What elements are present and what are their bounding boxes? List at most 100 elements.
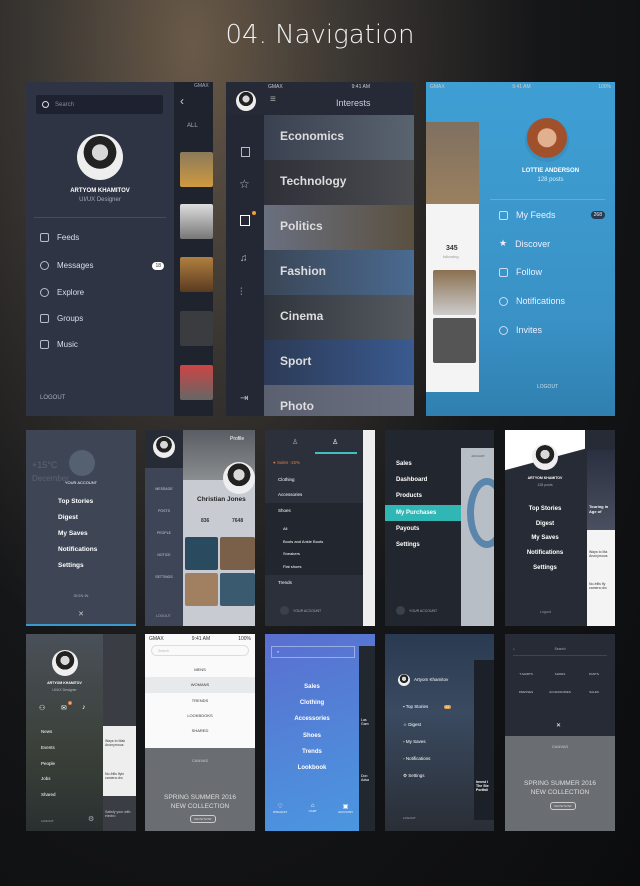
menu-item[interactable]: My Saves xyxy=(58,526,97,542)
search-input[interactable]: Search xyxy=(151,645,249,656)
tab-all[interactable]: ALL xyxy=(187,123,198,129)
menu-item[interactable]: ◦ Notifications xyxy=(403,750,451,767)
category[interactable]: SHOES xyxy=(543,672,577,676)
account-avatar[interactable] xyxy=(69,450,95,476)
category-technology[interactable]: Technology xyxy=(264,160,414,205)
submenu-item[interactable]: Sneakers xyxy=(283,548,323,561)
menu-item[interactable]: Accessories xyxy=(265,711,359,727)
category[interactable]: DRESSES xyxy=(509,690,543,694)
logout-link[interactable]: Logout xyxy=(540,610,551,614)
groups-icon[interactable]: ⚇ xyxy=(39,704,45,712)
user-icon-active[interactable]: ♙ xyxy=(332,438,338,446)
menu-item-trends[interactable]: Trends xyxy=(278,580,292,585)
menu-item[interactable]: LOOKBOOKS xyxy=(145,708,255,723)
category[interactable]: ACCESSORIES xyxy=(543,690,577,694)
user-icon[interactable]: ♙ xyxy=(292,438,298,446)
menu-item[interactable]: ▪ Top Stories 24 xyxy=(403,698,451,716)
cart-button[interactable]: ⌂ CART xyxy=(309,803,317,814)
search-input[interactable]: ⌕ Search xyxy=(513,647,607,656)
menu-item-sales[interactable]: ● Sales -15% xyxy=(273,460,300,465)
menu-item[interactable]: Clothing xyxy=(265,695,359,711)
menu-item[interactable]: Shared xyxy=(41,787,56,803)
wishlist-button[interactable]: ♡ WISHLIST xyxy=(273,803,287,814)
nav-notice[interactable]: NOTICE xyxy=(145,544,183,566)
menu-item[interactable]: Payouts xyxy=(385,521,461,537)
logout-link[interactable]: LOGOUT xyxy=(537,384,558,390)
submenu-item[interactable]: Flat shoes xyxy=(283,561,323,574)
bell-icon[interactable]: ♪ xyxy=(82,704,86,711)
menu-item[interactable]: Products xyxy=(385,488,461,504)
logout-link[interactable]: LOGOUT xyxy=(40,395,65,401)
search-input[interactable]: Search xyxy=(36,95,163,114)
menu-item[interactable]: Clothing xyxy=(278,477,295,482)
account-link[interactable]: YOUR ACCOUNT xyxy=(396,606,437,615)
logout-link[interactable]: LOGOUT xyxy=(41,819,54,823)
menu-item[interactable]: Settings xyxy=(385,537,461,553)
logout-link[interactable]: LOGOUT xyxy=(403,816,416,820)
nav-settings[interactable]: SETTINGS xyxy=(145,566,183,588)
nav-people[interactable]: PEOPLE xyxy=(145,522,183,544)
menu-item[interactable]: News xyxy=(41,724,56,740)
bookmark-icon[interactable] xyxy=(240,215,250,226)
menu-item-invites[interactable]: Invites xyxy=(499,325,542,335)
menu-item-my-feeds[interactable]: My Feeds 268 xyxy=(499,210,605,220)
menu-item-follow[interactable]: Follow xyxy=(499,267,542,277)
category-economics[interactable]: Economics xyxy=(264,115,414,160)
menu-item[interactable]: Accessories xyxy=(278,492,302,497)
menu-item[interactable]: My Saves xyxy=(505,531,585,546)
shop-now-button[interactable]: SHOW NOW xyxy=(550,802,576,810)
menu-item[interactable]: Sales xyxy=(385,456,461,472)
menu-item[interactable]: Digest xyxy=(58,510,97,526)
nav-posts[interactable]: POSTS xyxy=(145,500,183,522)
category[interactable]: T-SHIRTS xyxy=(509,672,543,676)
menu-item[interactable]: ☆ Digest xyxy=(403,716,451,733)
menu-item[interactable]: ⚙ Settings xyxy=(403,767,451,784)
menu-item[interactable]: Digest xyxy=(505,517,585,532)
submenu-item[interactable]: All xyxy=(283,523,323,536)
menu-item[interactable]: Lookbook xyxy=(265,760,359,776)
sliders-icon[interactable]: ⫶ xyxy=(240,287,243,298)
menu-item[interactable]: Top Stories xyxy=(58,494,97,510)
shop-now-button[interactable]: SHOW NOW xyxy=(190,815,216,823)
star-icon[interactable]: ☆ xyxy=(239,177,250,191)
category-cinema[interactable]: Cinema xyxy=(264,295,414,340)
category-politics[interactable]: Politics xyxy=(264,205,414,250)
menu-item[interactable]: MENS xyxy=(145,662,255,677)
menu-item[interactable]: Settings xyxy=(58,558,97,574)
menu-item-groups[interactable]: Groups xyxy=(40,314,83,323)
mail-icon[interactable]: ✉ xyxy=(61,704,67,712)
menu-item-active[interactable]: My Purchases xyxy=(385,504,461,521)
category[interactable]: PANTS xyxy=(577,672,611,676)
menu-item[interactable]: Trends xyxy=(265,744,359,760)
settings-icon[interactable]: ⚙ xyxy=(88,815,94,823)
menu-item[interactable]: SHARED xyxy=(145,723,255,738)
hamburger-icon[interactable]: ≡ xyxy=(270,94,276,105)
menu-item-notifications[interactable]: Notifications xyxy=(499,296,565,306)
category[interactable]: SALES xyxy=(577,690,611,694)
menu-item[interactable]: ▫ My Saves xyxy=(403,733,451,750)
menu-item[interactable]: Notifications xyxy=(58,542,97,558)
category-photo[interactable]: Photo xyxy=(264,385,414,416)
close-icon[interactable]: ✕ xyxy=(26,610,136,618)
menu-item-music[interactable]: Music xyxy=(40,340,78,349)
category-fashion[interactable]: Fashion xyxy=(264,250,414,295)
nav-message[interactable]: MESSAGE xyxy=(145,478,183,500)
menu-item-messages[interactable]: Messages 18 xyxy=(40,261,164,270)
back-icon[interactable]: ‹ xyxy=(180,94,184,108)
logout-link[interactable]: LOGOUT xyxy=(156,614,171,618)
account-button[interactable]: ▣ ACCOUNT xyxy=(338,803,353,814)
menu-item[interactable]: Dashboard xyxy=(385,472,461,488)
menu-item-explore[interactable]: Explore xyxy=(40,288,84,297)
bell-icon[interactable]: ♫ xyxy=(240,253,248,264)
sign-in-link[interactable]: SIGN IN xyxy=(26,593,136,598)
menu-item[interactable]: People xyxy=(41,756,56,772)
submenu-item[interactable]: Boots and Ankle Boots xyxy=(283,536,323,549)
menu-item[interactable]: Settings xyxy=(505,561,585,576)
logout-icon[interactable]: ⇥ xyxy=(240,393,248,404)
category-sport[interactable]: Sport xyxy=(264,340,414,385)
menu-item[interactable]: Events xyxy=(41,740,56,756)
menu-item-discover[interactable]: ★ Discover xyxy=(499,238,550,249)
menu-item[interactable]: Shoes xyxy=(265,728,359,744)
menu-item[interactable]: Sales xyxy=(265,679,359,695)
tab-underline[interactable] xyxy=(315,452,357,454)
